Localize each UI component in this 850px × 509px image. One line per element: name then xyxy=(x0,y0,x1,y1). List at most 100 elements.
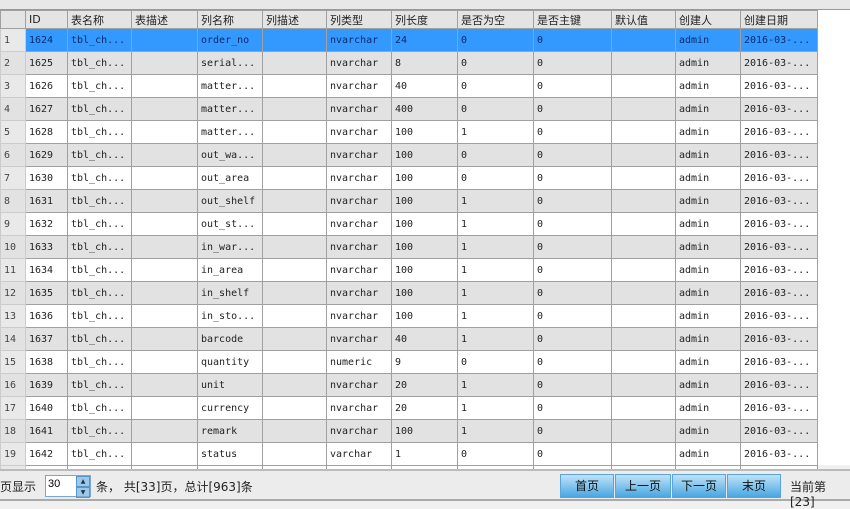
table-cell[interactable]: admin xyxy=(675,28,741,52)
table-cell[interactable]: tbl_ch... xyxy=(67,350,132,374)
table-cell[interactable]: 0 xyxy=(457,28,534,52)
table-cell[interactable]: 2016-03-... xyxy=(740,97,818,121)
table-cell[interactable] xyxy=(611,97,676,121)
table-cell[interactable]: 1633 xyxy=(25,235,68,259)
column-header[interactable]: 列描述 xyxy=(262,10,327,29)
table-cell[interactable] xyxy=(262,166,327,190)
table-cell[interactable]: 0 xyxy=(533,419,612,443)
table-cell[interactable]: admin xyxy=(675,373,741,397)
column-header[interactable]: 表描述 xyxy=(131,10,198,29)
table-cell[interactable]: 0 xyxy=(457,74,534,98)
table-cell[interactable]: 0 xyxy=(533,304,612,328)
table-row[interactable]: 11 1634 tbl_ch... in_area nvarchar 100 1 0 admin… xyxy=(0,258,818,282)
spin-up-icon[interactable]: ▲ xyxy=(76,476,90,487)
table-cell[interactable] xyxy=(262,281,327,305)
table-cell[interactable]: 0 xyxy=(533,74,612,98)
table-row[interactable]: 17 1640 tbl_ch... currency nvarchar 20 1 0 admin… xyxy=(0,396,818,420)
table-cell[interactable]: admin xyxy=(675,396,741,420)
row-number[interactable]: 1 xyxy=(0,28,26,52)
table-cell[interactable]: 100 xyxy=(391,258,458,282)
table-cell[interactable]: admin xyxy=(675,51,741,75)
table-cell[interactable] xyxy=(611,258,676,282)
table-cell[interactable]: 100 xyxy=(391,143,458,167)
table-cell[interactable]: 20 xyxy=(391,373,458,397)
table-cell[interactable]: remark xyxy=(197,419,263,443)
table-cell[interactable]: 1 xyxy=(457,327,534,351)
table-cell[interactable]: 0 xyxy=(533,235,612,259)
table-cell[interactable] xyxy=(611,281,676,305)
table-cell[interactable]: 1627 xyxy=(25,97,68,121)
table-cell[interactable]: 2016-03-... xyxy=(740,51,818,75)
table-cell[interactable]: 1642 xyxy=(25,442,68,466)
table-cell[interactable]: admin xyxy=(675,212,741,236)
table-cell[interactable]: 400 xyxy=(391,97,458,121)
table-cell[interactable] xyxy=(262,327,327,351)
table-cell[interactable]: 100 xyxy=(391,166,458,190)
table-cell[interactable] xyxy=(262,120,327,144)
table-cell[interactable]: 1 xyxy=(457,212,534,236)
column-header[interactable]: 创建日期 xyxy=(740,10,818,29)
table-cell[interactable]: 0 xyxy=(533,120,612,144)
table-cell[interactable] xyxy=(262,189,327,213)
table-cell[interactable]: 2016-03-... xyxy=(740,74,818,98)
table-cell[interactable]: in_area xyxy=(197,258,263,282)
table-cell[interactable]: tbl_ch... xyxy=(67,419,132,443)
table-cell[interactable]: 1 xyxy=(457,419,534,443)
column-header[interactable] xyxy=(0,10,26,29)
table-cell[interactable]: 100 xyxy=(391,419,458,443)
table-cell[interactable] xyxy=(262,51,327,75)
table-cell[interactable] xyxy=(131,442,198,466)
table-cell[interactable]: admin xyxy=(675,235,741,259)
table-row[interactable]: 3 1626 tbl_ch... matter... nvarchar 40 0 0 admin… xyxy=(0,74,818,98)
table-cell[interactable]: 2016-03-... xyxy=(740,304,818,328)
table-cell[interactable]: 2016-03-... xyxy=(740,350,818,374)
table-cell[interactable]: 1625 xyxy=(25,51,68,75)
table-cell[interactable]: nvarchar xyxy=(326,212,392,236)
column-header[interactable]: 列名称 xyxy=(197,10,263,29)
table-row[interactable]: 7 1630 tbl_ch... out_area nvarchar 100 0 0 admin… xyxy=(0,166,818,190)
table-cell[interactable] xyxy=(131,327,198,351)
table-row[interactable]: 13 1636 tbl_ch... in_sto... nvarchar 100 1 0 adm… xyxy=(0,304,818,328)
table-cell[interactable]: 1624 xyxy=(25,28,68,52)
row-number[interactable]: 9 xyxy=(0,212,26,236)
table-cell[interactable] xyxy=(611,28,676,52)
row-number[interactable]: 18 xyxy=(0,419,26,443)
table-row[interactable]: 19 1642 tbl_ch... status varchar 1 0 0 admin 2016… xyxy=(0,442,818,466)
table-cell[interactable] xyxy=(131,74,198,98)
table-row[interactable]: 1 1624 tbl_ch... order_no nvarchar 24 0 0 admin 2… xyxy=(0,28,818,52)
spin-down-icon[interactable]: ▼ xyxy=(76,487,90,498)
table-cell[interactable]: 1626 xyxy=(25,74,68,98)
table-cell[interactable]: 2016-03-... xyxy=(740,419,818,443)
table-cell[interactable]: 2016-03-... xyxy=(740,28,818,52)
table-cell[interactable]: tbl_ch... xyxy=(67,396,132,420)
table-cell[interactable]: nvarchar xyxy=(326,28,392,52)
table-cell[interactable]: 2016-03-... xyxy=(740,373,818,397)
table-cell[interactable]: 0 xyxy=(533,143,612,167)
table-cell[interactable]: out_wa... xyxy=(197,143,263,167)
first-page-button[interactable]: 首页 xyxy=(560,474,614,498)
table-cell[interactable]: 1 xyxy=(457,235,534,259)
table-cell[interactable] xyxy=(131,304,198,328)
table-cell[interactable]: 0 xyxy=(533,189,612,213)
table-cell[interactable] xyxy=(611,304,676,328)
row-number[interactable]: 2 xyxy=(0,51,26,75)
table-cell[interactable]: 1639 xyxy=(25,373,68,397)
table-cell[interactable] xyxy=(131,28,198,52)
table-cell[interactable]: 1 xyxy=(391,442,458,466)
table-cell[interactable]: nvarchar xyxy=(326,166,392,190)
table-cell[interactable]: 1 xyxy=(457,304,534,328)
table-cell[interactable]: admin xyxy=(675,350,741,374)
table-cell[interactable]: 0 xyxy=(457,350,534,374)
table-cell[interactable] xyxy=(611,189,676,213)
table-row[interactable]: 5 1628 tbl_ch... matter... nvarchar 100 1 0 admi… xyxy=(0,120,818,144)
table-cell[interactable]: out_area xyxy=(197,166,263,190)
table-cell[interactable] xyxy=(262,97,327,121)
table-cell[interactable]: 2016-03-... xyxy=(740,281,818,305)
table-cell[interactable]: status xyxy=(197,442,263,466)
table-cell[interactable]: tbl_ch... xyxy=(67,327,132,351)
table-cell[interactable] xyxy=(611,74,676,98)
table-cell[interactable]: nvarchar xyxy=(326,189,392,213)
table-cell[interactable]: admin xyxy=(675,419,741,443)
column-header[interactable]: 列类型 xyxy=(326,10,392,29)
table-row[interactable]: 16 1639 tbl_ch... unit nvarchar 20 1 0 admin 2016… xyxy=(0,373,818,397)
